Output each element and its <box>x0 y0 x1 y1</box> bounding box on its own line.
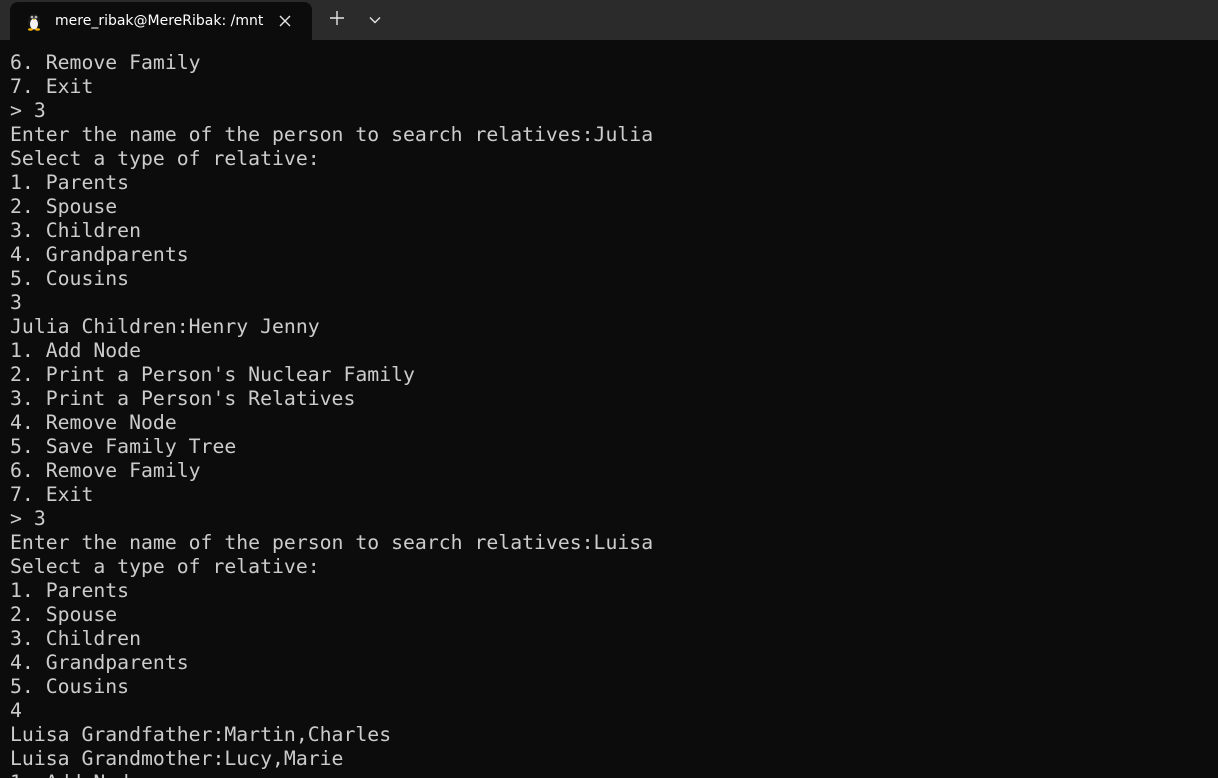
terminal-line: 2. Print a Person's Nuclear Family <box>10 363 415 386</box>
terminal-line: 3 <box>10 291 22 314</box>
terminal-line: 1. Add Node <box>10 339 142 362</box>
terminal-line: > 3 <box>10 507 46 530</box>
terminal-output[interactable]: 6. Remove Family 7. Exit > 3 Enter the name… <box>0 40 1218 778</box>
terminal-line: 6. Remove Family <box>10 51 201 74</box>
terminal-line: 5. Save Family Tree <box>10 435 237 458</box>
linux-penguin-icon <box>24 11 44 31</box>
terminal-line: 3. Print a Person's Relatives <box>10 387 356 410</box>
terminal-line: 3. Children <box>10 627 142 650</box>
terminal-line: Enter the name of the person to search r… <box>10 531 654 554</box>
terminal-line: 6. Remove Family <box>10 459 201 482</box>
title-bar: mere_ribak@MereRibak: /mnt <box>0 0 1218 40</box>
chevron-down-icon <box>369 11 381 29</box>
terminal-window: mere_ribak@MereRibak: /mnt 6. Remove Fam… <box>0 0 1218 778</box>
terminal-line: 4. Grandparents <box>10 243 189 266</box>
tab-active[interactable]: mere_ribak@MereRibak: /mnt <box>10 2 312 40</box>
tab-dropdown-button[interactable] <box>360 6 390 34</box>
terminal-line: Luisa Grandmother:Lucy,Marie <box>10 747 344 770</box>
terminal-line: > 3 <box>10 99 46 122</box>
terminal-line: 1. Parents <box>10 171 130 194</box>
terminal-line: 1. Parents <box>10 579 130 602</box>
terminal-line: Luisa Grandfather:Martin,Charles <box>10 723 392 746</box>
terminal-line: Enter the name of the person to search r… <box>10 123 654 146</box>
terminal-line: 7. Exit <box>10 483 94 506</box>
terminal-line: Julia Children:Henry Jenny <box>10 315 320 338</box>
terminal-line: Select a type of relative: <box>10 555 320 578</box>
terminal-line: 5. Cousins <box>10 267 130 290</box>
terminal-line: Select a type of relative: <box>10 147 320 170</box>
tab-title: mere_ribak@MereRibak: /mnt <box>55 13 264 29</box>
plus-icon <box>330 10 344 30</box>
terminal-line: 2. Spouse <box>10 603 118 626</box>
terminal-line: 4 <box>10 699 22 722</box>
terminal-line: 4. Remove Node <box>10 411 177 434</box>
close-icon[interactable] <box>274 10 296 32</box>
terminal-line: 7. Exit <box>10 75 94 98</box>
terminal-line: 5. Cousins <box>10 675 130 698</box>
terminal-line: 3. Children <box>10 219 142 242</box>
terminal-lines: 6. Remove Family 7. Exit > 3 Enter the name… <box>10 51 653 778</box>
terminal-line: 2. Spouse <box>10 195 118 218</box>
terminal-line: 1. Add Node <box>10 771 653 778</box>
new-tab-button[interactable] <box>321 6 353 34</box>
terminal-line: 4. Grandparents <box>10 651 189 674</box>
